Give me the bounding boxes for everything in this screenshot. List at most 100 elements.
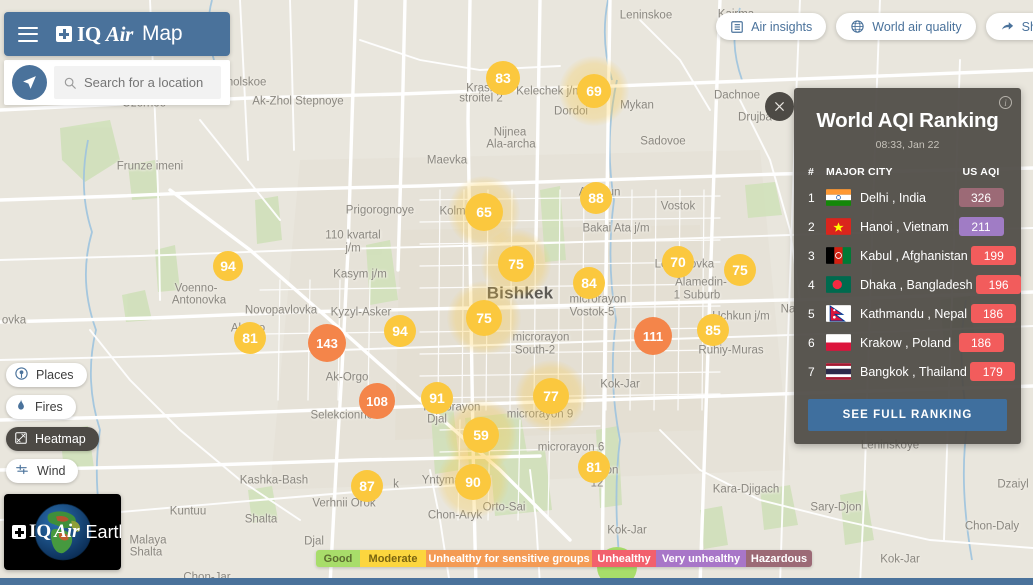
ranking-row[interactable]: 2Hanoi , Vietnam211 — [808, 217, 1007, 236]
top-action-bar: Air insights World air quality Share — [716, 13, 1033, 40]
share-button[interactable]: Share — [986, 13, 1033, 40]
aqi-marker[interactable]: 75 — [466, 300, 502, 336]
iqair-cross-icon — [12, 525, 26, 539]
aqi-marker[interactable]: 69 — [577, 74, 611, 108]
ranking-row-city-name: Kathmandu , Nepal — [860, 307, 967, 321]
see-full-ranking-button[interactable]: SEE FULL RANKING — [808, 399, 1007, 431]
aqi-marker[interactable]: 75 — [498, 246, 534, 282]
aqi-marker[interactable]: 59 — [463, 417, 499, 453]
search-bar — [4, 60, 230, 105]
layer-button-places[interactable]: Places — [6, 363, 87, 387]
status-badge: 326 — [959, 188, 1004, 207]
ranking-row-city-name: Kabul , Afghanistan — [860, 249, 968, 263]
world-aqi-ranking-panel: i World AQI Ranking 08:33, Jan 22 # MAJO… — [794, 88, 1021, 444]
ranking-row-aqi-cell: 196 — [973, 275, 1025, 294]
aqi-marker[interactable]: 94 — [384, 315, 416, 347]
column-header-rank: # — [808, 166, 826, 178]
aqi-marker[interactable]: 77 — [533, 378, 569, 414]
ranking-row-number: 7 — [808, 365, 826, 379]
info-icon[interactable]: i — [999, 96, 1012, 109]
ranking-row-city-cell: Dhaka , Bangladesh — [826, 276, 973, 293]
aqi-marker[interactable]: 75 — [724, 254, 756, 286]
iqair-earth-widget[interactable]: IQAir Earth — [4, 494, 121, 570]
ranking-row[interactable]: 4Dhaka , Bangladesh196 — [808, 275, 1007, 294]
ranking-row-number: 1 — [808, 191, 826, 205]
status-badge: 211 — [959, 217, 1004, 236]
ranking-row-city-name: Krakow , Poland — [860, 336, 951, 350]
country-flag-icon — [826, 189, 851, 206]
legend-segment[interactable]: Unhealthy for sensitive groups — [426, 550, 592, 567]
ranking-row-number: 4 — [808, 278, 826, 292]
ranking-row-aqi-cell: 211 — [955, 217, 1007, 236]
aqi-marker[interactable]: 143 — [308, 324, 346, 362]
aqi-marker[interactable]: 88 — [580, 182, 612, 214]
ranking-row-city-cell: Delhi , India — [826, 189, 955, 206]
earth-brand-iq: IQ — [29, 521, 51, 543]
layer-label-fires: Fires — [35, 400, 63, 414]
search-field-wrapper[interactable] — [54, 66, 221, 99]
ranking-row-number: 2 — [808, 220, 826, 234]
ranking-row[interactable]: 3Kabul , Afghanistan199 — [808, 246, 1007, 265]
column-header-aqi: US AQI — [955, 166, 1007, 178]
brand-product-text: Map — [142, 22, 182, 46]
wind-icon — [14, 463, 30, 480]
ranking-timestamp: 08:33, Jan 22 — [808, 139, 1007, 151]
layer-button-heatmap[interactable]: Heatmap — [6, 427, 99, 451]
status-badge: 186 — [971, 304, 1016, 323]
hamburger-icon[interactable] — [18, 27, 38, 42]
close-icon — [773, 100, 786, 113]
layer-label-wind: Wind — [37, 464, 65, 478]
layer-label-places: Places — [36, 368, 74, 382]
share-arrow-icon — [1000, 19, 1015, 34]
ranking-row-city-name: Bangkok , Thailand — [860, 365, 967, 379]
ranking-row[interactable]: 7Bangkok , Thailand179 — [808, 362, 1007, 381]
aqi-marker[interactable]: 70 — [662, 246, 694, 278]
aqi-marker[interactable]: 90 — [455, 464, 491, 500]
air-insights-button[interactable]: Air insights — [716, 13, 826, 40]
aqi-marker[interactable]: 91 — [421, 382, 453, 414]
place-pin-icon — [14, 366, 29, 384]
legend-segment[interactable]: Unhealthy — [592, 550, 656, 567]
aqi-marker[interactable]: 83 — [486, 61, 520, 95]
ranking-row[interactable]: 5Kathmandu , Nepal186 — [808, 304, 1007, 323]
country-flag-icon — [826, 334, 851, 351]
world-air-quality-label: World air quality — [872, 20, 961, 34]
share-label: Share — [1022, 20, 1033, 34]
ranking-table-body: 1Delhi , India326 2Hanoi , Vietnam211 3 Kab… — [808, 188, 1007, 381]
ranking-row-number: 3 — [808, 249, 826, 263]
ranking-row-aqi-cell: 199 — [968, 246, 1020, 265]
aqi-marker[interactable]: 111 — [634, 317, 672, 355]
aqi-marker[interactable]: 87 — [351, 470, 383, 502]
ranking-table-header: # MAJOR CITY US AQI — [808, 166, 1007, 178]
aqi-marker[interactable]: 84 — [573, 267, 605, 299]
layer-button-fires[interactable]: Fires — [6, 395, 76, 419]
earth-brand-word: Earth — [86, 522, 121, 543]
ranking-panel-title: World AQI Ranking — [808, 109, 1007, 133]
brand-logo[interactable]: IQAir Map — [56, 22, 182, 47]
ranking-row[interactable]: 6Krakow , Poland186 — [808, 333, 1007, 352]
search-icon — [63, 76, 77, 90]
search-input[interactable] — [84, 75, 209, 90]
brand-air-text: Air — [106, 22, 133, 47]
world-air-quality-button[interactable]: World air quality — [836, 13, 975, 40]
legend-segment[interactable]: Moderate — [360, 550, 426, 567]
locate-me-button[interactable] — [12, 65, 47, 100]
status-badge: 186 — [959, 333, 1004, 352]
legend-segment[interactable]: Very unhealthy — [656, 550, 746, 567]
app-header: IQAir Map — [4, 12, 230, 56]
ranking-row[interactable]: 1Delhi , India326 — [808, 188, 1007, 207]
aqi-marker[interactable]: 65 — [465, 193, 503, 231]
close-ranking-panel-button[interactable] — [765, 92, 794, 121]
aqi-marker[interactable]: 85 — [697, 314, 729, 346]
layer-label-heatmap: Heatmap — [35, 432, 86, 446]
country-flag-icon — [826, 218, 851, 235]
aqi-marker[interactable]: 81 — [578, 451, 610, 483]
legend-segment[interactable]: Good — [316, 550, 360, 567]
ranking-row-aqi-cell: 186 — [967, 304, 1019, 323]
layer-button-wind[interactable]: Wind — [6, 459, 78, 483]
legend-segment[interactable]: Hazardous — [746, 550, 812, 567]
aqi-marker[interactable]: 81 — [234, 322, 266, 354]
aqi-marker[interactable]: 108 — [359, 383, 395, 419]
aqi-marker[interactable]: 94 — [213, 251, 243, 281]
iqair-map-app: LeninskoeKairmaKrasnystroitel 2Kelechek … — [0, 0, 1033, 585]
